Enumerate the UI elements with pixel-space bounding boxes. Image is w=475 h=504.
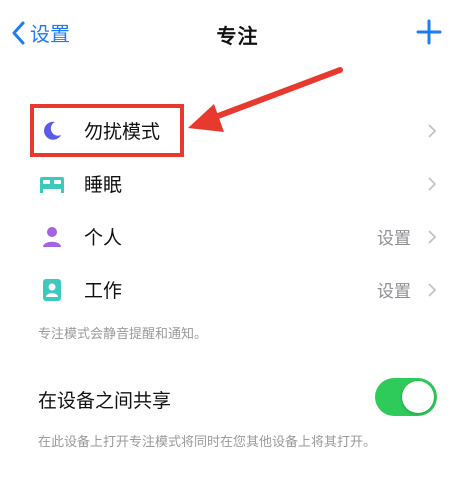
focus-mode-work[interactable]: 工作 设置 (0, 263, 475, 316)
share-across-devices-toggle[interactable] (375, 378, 437, 416)
person-icon (38, 223, 66, 251)
id-badge-icon (38, 276, 66, 304)
focus-mode-label: 个人 (84, 227, 123, 249)
toggle-knob (402, 381, 434, 413)
moon-icon (38, 117, 66, 145)
focus-mode-label: 工作 (84, 280, 123, 302)
focus-mode-setup-text: 设置 (377, 282, 411, 302)
plus-icon[interactable] (415, 18, 443, 46)
share-footer-note: 在此设备上打开专注模式将同时在您其他设备上将其打开。 (38, 435, 377, 450)
focus-footer-note: 专注模式会静音提醒和通知。 (38, 327, 208, 342)
focus-mode-do-not-disturb[interactable]: 勿扰模式 (0, 104, 475, 157)
navigation-bar: 设置 专注 (0, 14, 475, 54)
chevron-right-icon (428, 176, 437, 191)
chevron-right-icon (428, 282, 437, 297)
chevron-right-icon (428, 229, 437, 244)
focus-mode-personal[interactable]: 个人 设置 (0, 210, 475, 263)
bed-icon (38, 170, 66, 198)
chevron-right-icon (428, 123, 437, 138)
focus-mode-label: 睡眠 (84, 174, 123, 196)
focus-mode-list: 勿扰模式 睡眠 个人 设置 工作 设置 (0, 104, 475, 316)
share-across-devices-label: 在设备之间共享 (38, 390, 172, 412)
focus-mode-label: 勿扰模式 (84, 121, 161, 143)
focus-mode-sleep[interactable]: 睡眠 (0, 157, 475, 210)
focus-mode-setup-text: 设置 (377, 229, 411, 249)
page-title: 专注 (216, 24, 259, 48)
share-across-devices-row: 在设备之间共享 (0, 372, 475, 424)
